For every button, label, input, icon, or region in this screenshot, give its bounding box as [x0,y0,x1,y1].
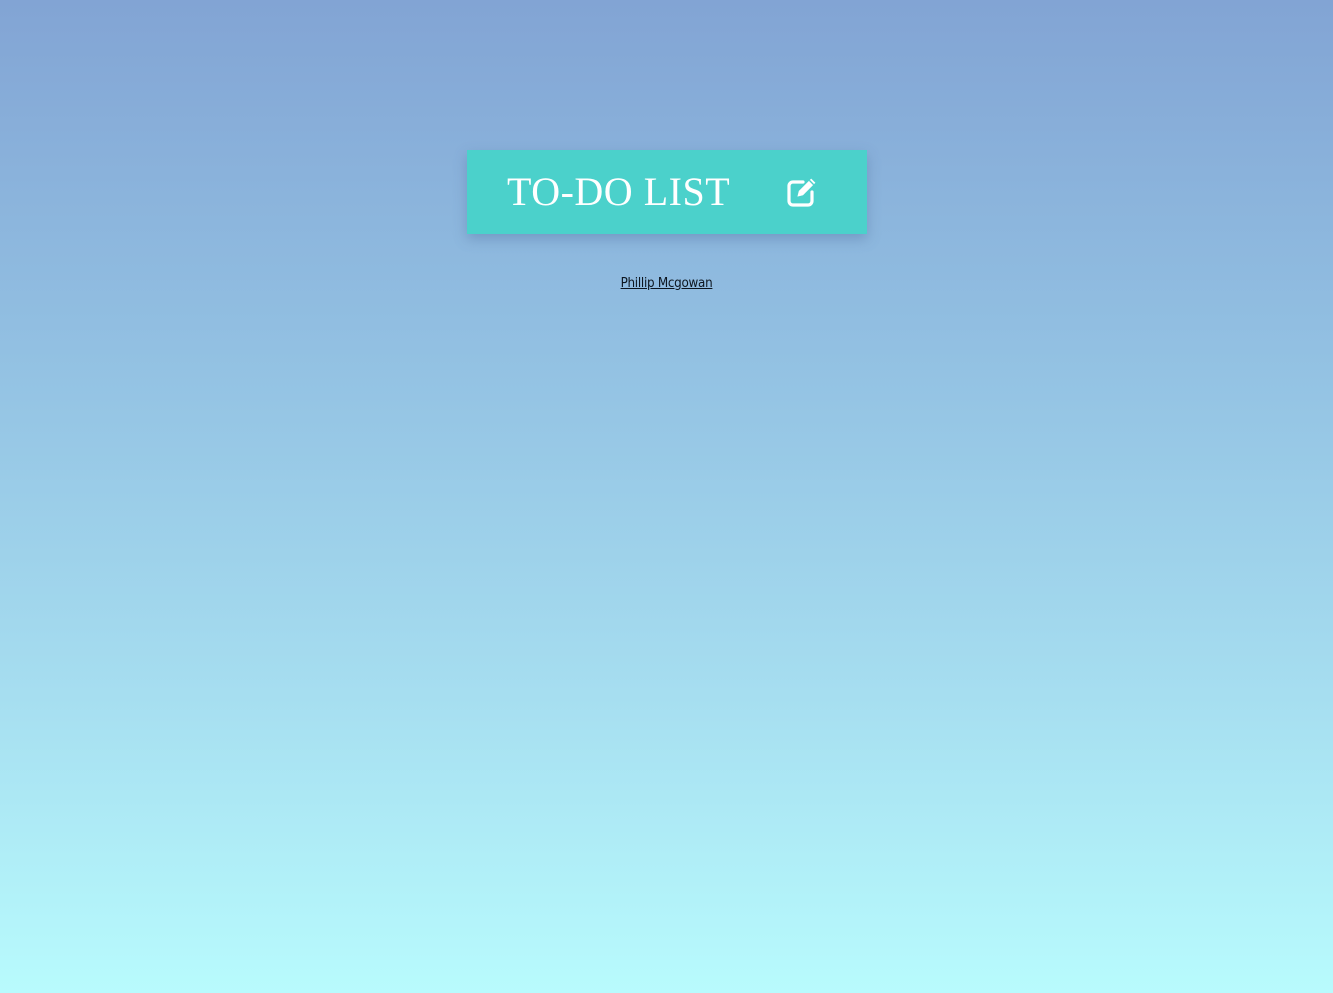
author-link: Phillip Mcgowan [53,276,1279,291]
page-title: TO-DO LIST [507,169,731,214]
edit-icon[interactable] [785,175,819,209]
todo-list-header[interactable]: TO-DO LIST [467,150,867,234]
author-name[interactable]: Phillip Mcgowan [621,276,713,291]
